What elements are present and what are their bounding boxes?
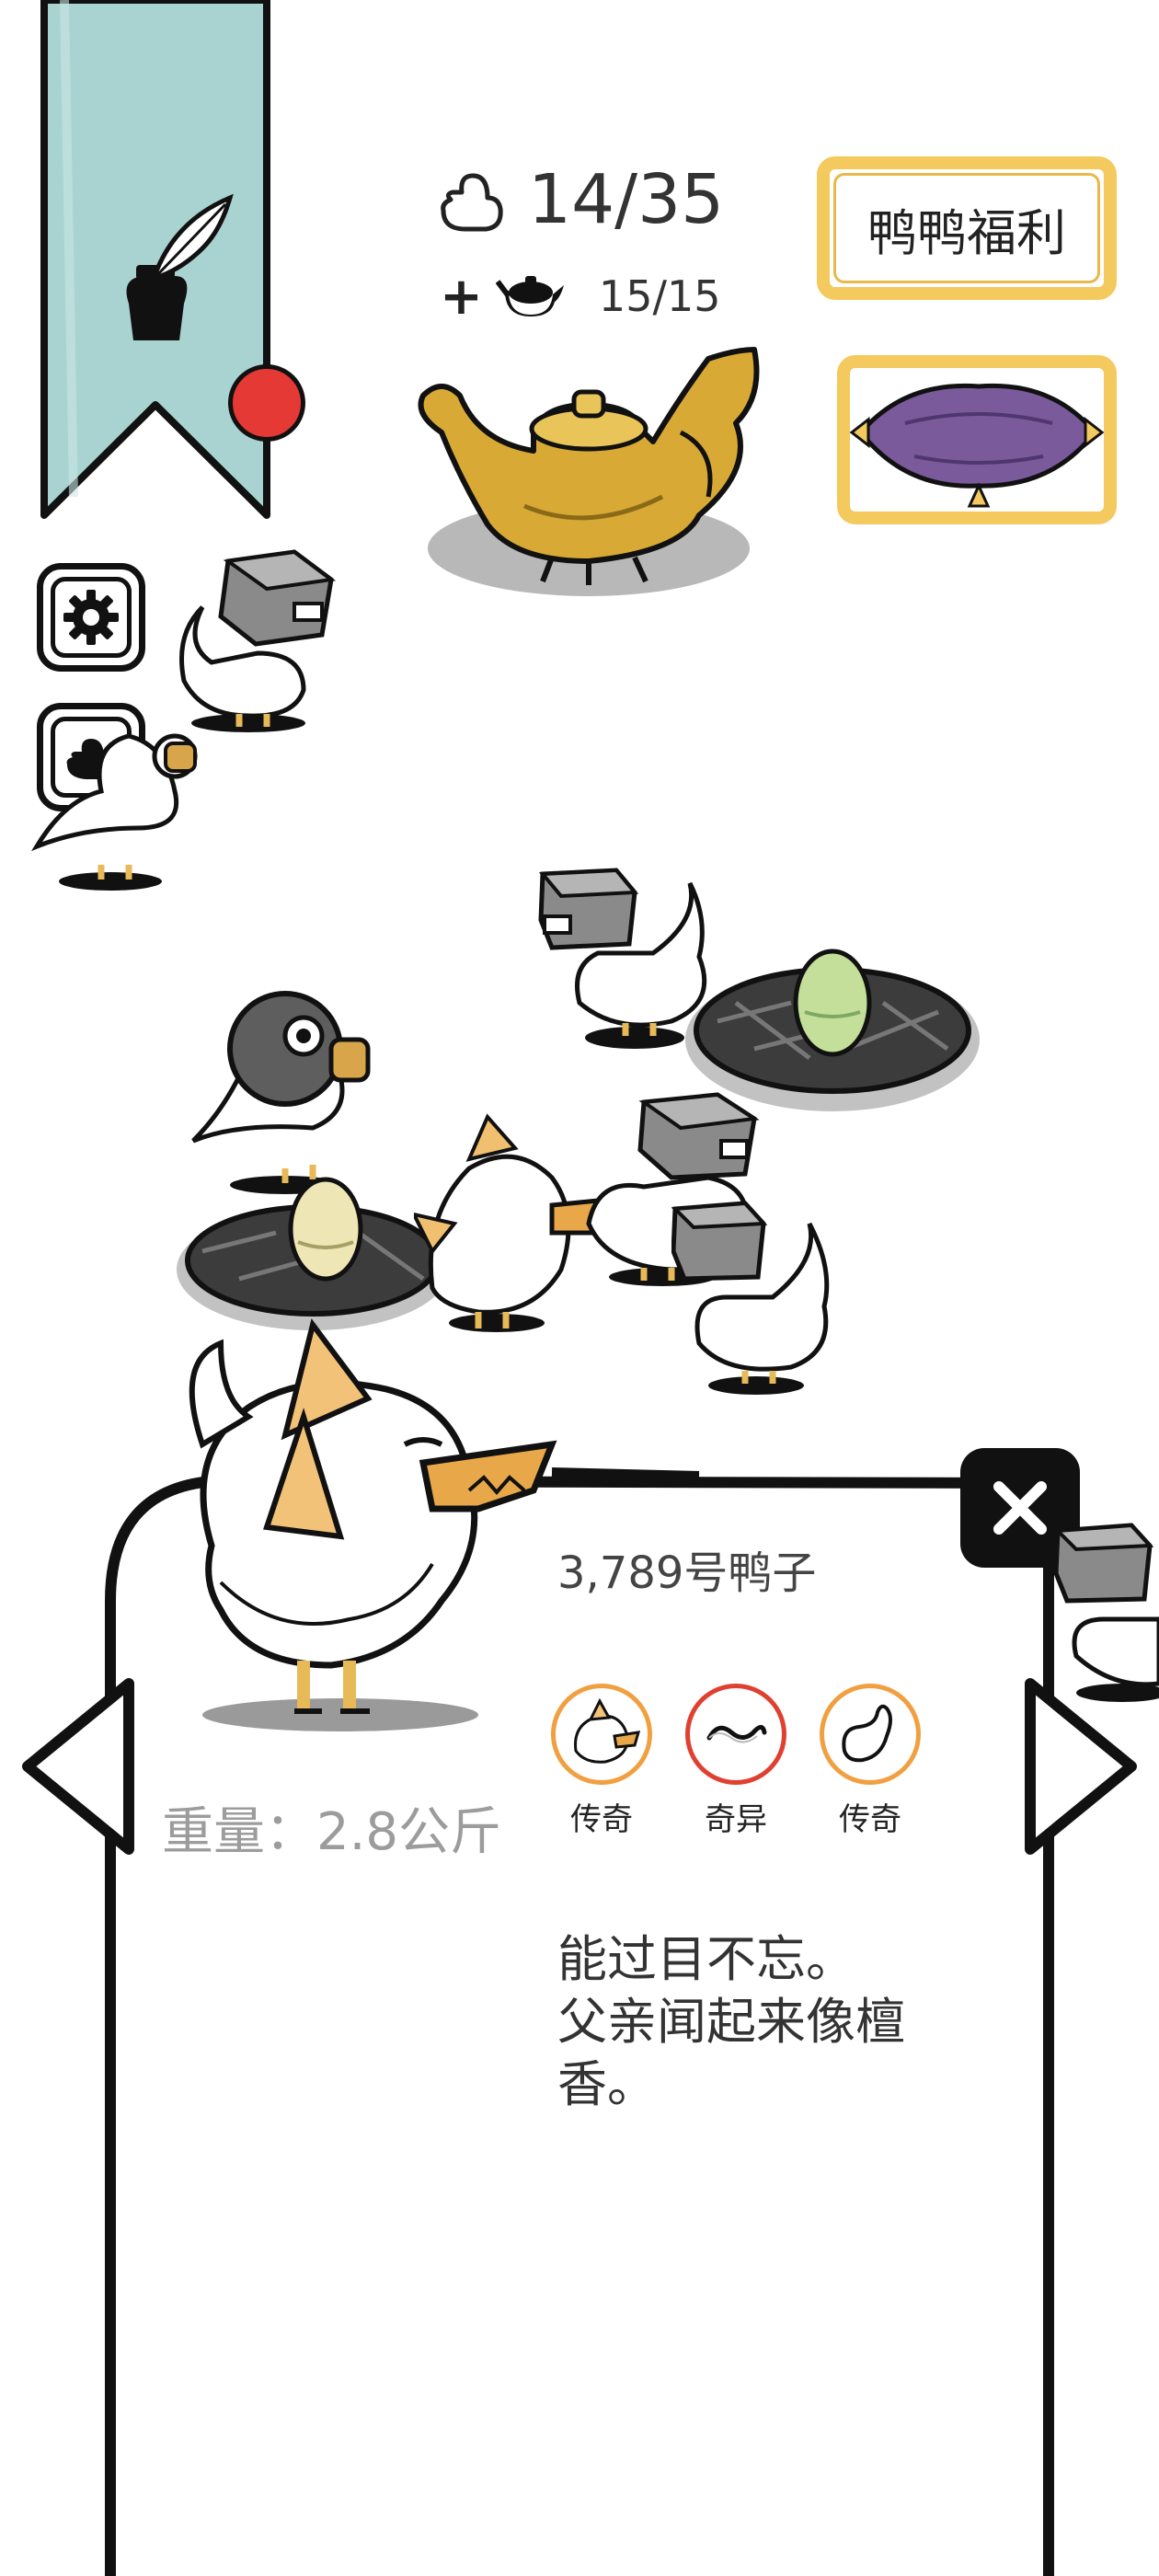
gear-icon — [63, 590, 119, 645]
settings-button[interactable] — [37, 563, 145, 672]
prev-duck-button[interactable] — [18, 1674, 138, 1858]
notification-dot — [228, 364, 305, 442]
duck-weight: 重量：2.8公斤 — [162, 1802, 502, 1862]
journal-banner[interactable] — [37, 0, 274, 524]
duck-outline-icon — [441, 173, 503, 232]
tail-icon — [820, 1684, 921, 1785]
trait-label: 传奇 — [839, 1801, 901, 1838]
close-icon — [993, 1481, 1047, 1535]
duck-count-value: 14/35 — [528, 160, 725, 239]
trait-badge[interactable]: 传奇 — [817, 1684, 924, 1839]
trait-label: 传奇 — [570, 1801, 633, 1838]
teapot-icon — [495, 276, 564, 316]
next-duck-button[interactable] — [1021, 1674, 1141, 1858]
welfare-label: 鸭鸭福利 — [867, 203, 1066, 262]
trait-badge[interactable]: 奇异 — [683, 1684, 789, 1839]
trait-badge[interactable]: 传奇 — [548, 1684, 655, 1839]
purple-cushion-icon — [849, 383, 1105, 508]
duck-counter: 14/35 — [436, 158, 724, 241]
golden-teapot[interactable] — [405, 340, 773, 616]
box-head-duck[interactable] — [534, 865, 717, 1049]
box-head-duck[interactable] — [671, 1196, 837, 1398]
welfare-button[interactable]: 鸭鸭福利 — [817, 156, 1117, 300]
gasmask-duck[interactable] — [28, 690, 212, 892]
tea-plus[interactable]: + — [440, 267, 483, 327]
dragon-duck-icon — [551, 1684, 652, 1785]
duck-description: 能过目不忘。 父亲闻起来像檀 香。 — [557, 1928, 953, 2116]
description-line: 能过目不忘。 — [557, 1930, 855, 1988]
teapot-counter: + 15/15 — [440, 259, 721, 333]
selected-duck-portrait — [189, 1318, 557, 1731]
tea-count-value: 15/15 — [598, 271, 721, 321]
description-line: 父亲闻起来像檀 — [557, 1993, 905, 2051]
trait-label: 奇异 — [705, 1801, 767, 1838]
worm-icon — [685, 1684, 786, 1785]
description-line: 香。 — [557, 2055, 657, 2113]
duck-name: 3,789号鸭子 — [557, 1547, 817, 1599]
cushion-slot[interactable] — [837, 355, 1117, 524]
